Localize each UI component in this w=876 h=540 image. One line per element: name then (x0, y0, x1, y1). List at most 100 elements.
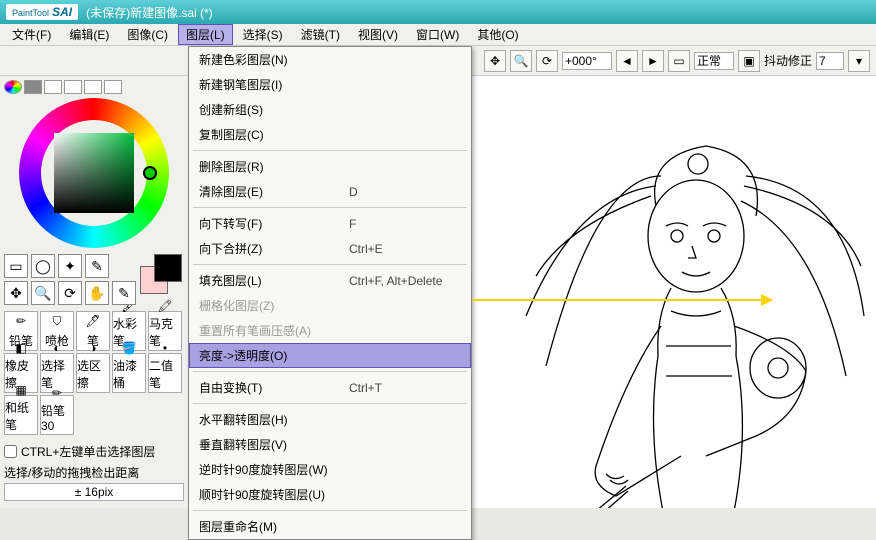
rotate-cw-icon[interactable]: ► (642, 50, 664, 72)
titlebar: PaintTool SAI (未保存)新建图像.sai (*) (0, 0, 876, 24)
dd-item[interactable]: 垂直翻转图层(V) (189, 432, 471, 457)
dd-item-label: 向下转写(F) (199, 215, 349, 232)
rotate-tool-icon[interactable]: ⟳ (58, 281, 82, 305)
dd-item[interactable]: 向下合拼(Z)Ctrl+E (189, 236, 471, 261)
brush-label: 选区擦 (77, 357, 109, 391)
color-wheel-mode-icon[interactable] (4, 80, 22, 94)
flip-h-icon[interactable]: ▭ (668, 50, 690, 72)
dd-item[interactable]: 顺时针90度旋转图层(U) (189, 482, 471, 507)
menubar: 文件(F) 编辑(E) 图像(C) 图层(L) 选择(S) 滤镜(T) 视图(V… (0, 24, 876, 46)
wand-tool-icon[interactable]: ✦ (58, 254, 82, 278)
menu-window[interactable]: 窗口(W) (408, 24, 467, 45)
color-bars3-icon[interactable] (64, 80, 82, 94)
brush-铅笔30[interactable]: ✏铅笔30 (40, 395, 74, 435)
move-tool-icon[interactable]: ✥ (4, 281, 28, 305)
dd-item-label: 创建新组(S) (199, 101, 349, 118)
hand-tool-icon[interactable]: ✋ (85, 281, 109, 305)
dd-item-shortcut: Ctrl+F, Alt+Delete (349, 274, 442, 288)
brush-icon: ◧ (12, 341, 30, 355)
menu-file[interactable]: 文件(F) (4, 24, 59, 45)
stabilizer-input[interactable] (816, 52, 844, 70)
pen-tool-icon[interactable]: ✎ (85, 254, 109, 278)
fg-color-swatch[interactable] (154, 254, 182, 282)
dd-item[interactable]: 图层重命名(M) (189, 514, 471, 539)
brush-二值笔[interactable]: •二值笔 (148, 353, 182, 393)
ctrl-click-label: CTRL+左键单击选择图层 (21, 443, 155, 460)
dd-item-label: 填充图层(L) (199, 272, 349, 289)
dd-item[interactable]: 新建钢笔图层(I) (189, 72, 471, 97)
scratchpad-icon[interactable] (104, 80, 122, 94)
brush-和纸笔[interactable]: ▦和纸笔 (4, 395, 38, 435)
dd-item-shortcut: D (349, 185, 358, 199)
dd-item[interactable]: 水平翻转图层(H) (189, 407, 471, 432)
menu-edit[interactable]: 编辑(E) (61, 24, 117, 45)
character-drawing (506, 116, 866, 508)
brush-icon: ✏ (48, 386, 66, 400)
color-bar-mode-icon[interactable] (24, 80, 42, 94)
drag-threshold-value[interactable]: ± 16pix (4, 483, 184, 501)
palette-icon[interactable] (84, 80, 102, 94)
annotation-arrow (472, 297, 772, 303)
angle-input[interactable] (562, 52, 612, 70)
dd-item[interactable]: 创建新组(S) (189, 97, 471, 122)
dd-item-shortcut: Ctrl+E (349, 242, 383, 256)
brush-icon: ✏ (12, 312, 30, 330)
wheel-cursor[interactable] (143, 166, 157, 180)
dd-item-label: 向下合拼(Z) (199, 240, 349, 257)
menu-layer[interactable]: 图层(L) (178, 24, 233, 45)
color-square[interactable] (54, 133, 134, 213)
dropdown-icon[interactable]: ▾ (848, 50, 870, 72)
dd-item-label: 删除图层(R) (199, 158, 349, 175)
app-logo: PaintTool SAI (6, 4, 78, 20)
dd-item-shortcut: Ctrl+T (349, 381, 382, 395)
brush-label: 和纸笔 (5, 399, 37, 433)
dd-item-label: 新建钢笔图层(I) (199, 76, 349, 93)
brush-label: 二值笔 (149, 357, 181, 391)
left-panel: ▭ ◯ ✦ ✎ ✥ 🔍 ⟳ ✋ ✎ ✏铅笔⛉喷枪🖊笔🖌水彩笔🖍马克笔◧橡皮擦◐选… (0, 76, 188, 508)
brush-icon: ⛉ (48, 312, 66, 330)
color-wheel[interactable] (19, 98, 169, 248)
rotate-ccw-icon[interactable]: ◄ (616, 50, 638, 72)
dd-item: 栅格化图层(Z) (189, 293, 471, 318)
dd-item-label: 顺时针90度旋转图层(U) (199, 486, 349, 503)
drag-threshold-label: 选择/移动的拖拽检出距离 (4, 466, 139, 480)
tool-rotate-icon[interactable]: ⟳ (536, 50, 558, 72)
brush-icon: 🪣 (120, 341, 138, 355)
dd-item-label: 栅格化图层(Z) (199, 297, 349, 314)
lasso-tool-icon[interactable]: ◯ (31, 254, 55, 278)
dd-item-label: 复制图层(C) (199, 126, 349, 143)
menu-view[interactable]: 视图(V) (350, 24, 406, 45)
color-bars2-icon[interactable] (44, 80, 62, 94)
menu-image[interactable]: 图像(C) (119, 24, 176, 45)
zoom-tool-icon[interactable]: 🔍 (31, 281, 55, 305)
dd-item[interactable]: 向下转写(F)F (189, 211, 471, 236)
brush-油漆桶[interactable]: 🪣油漆桶 (112, 353, 146, 393)
dd-item[interactable]: 逆时针90度旋转图层(W) (189, 457, 471, 482)
dd-item[interactable]: 自由变换(T)Ctrl+T (189, 375, 471, 400)
tool-zoom-icon[interactable]: 🔍 (510, 50, 532, 72)
dd-item[interactable]: 清除图层(E)D (189, 179, 471, 204)
window-title: (未保存)新建图像.sai (*) (86, 4, 213, 21)
dd-item[interactable]: 亮度->透明度(O) (189, 343, 471, 368)
menu-filter[interactable]: 滤镜(T) (293, 24, 348, 45)
menu-select[interactable]: 选择(S) (235, 24, 291, 45)
tool-pan-icon[interactable]: ✥ (484, 50, 506, 72)
dd-item[interactable]: 新建色彩图层(N) (189, 47, 471, 72)
blend-mode-select[interactable] (694, 52, 734, 70)
brush-label: 油漆桶 (113, 357, 145, 391)
dd-item-label: 重置所有笔画压感(A) (199, 322, 349, 339)
menu-other[interactable]: 其他(O) (469, 24, 526, 45)
brush-选区擦[interactable]: ◑选区擦 (76, 353, 110, 393)
ctrl-click-checkbox[interactable] (4, 445, 17, 458)
dd-item[interactable]: 复制图层(C) (189, 122, 471, 147)
dd-item[interactable]: 填充图层(L)Ctrl+F, Alt+Delete (189, 268, 471, 293)
dd-item[interactable]: 删除图层(R) (189, 154, 471, 179)
brush-icon: 🖊 (84, 312, 102, 330)
dd-item: 重置所有笔画压感(A) (189, 318, 471, 343)
marquee-tool-icon[interactable]: ▭ (4, 254, 28, 278)
dd-item-label: 新建色彩图层(N) (199, 51, 349, 68)
eyedropper-tool-icon[interactable]: ✎ (112, 281, 136, 305)
fullscreen-icon[interactable]: ▣ (738, 50, 760, 72)
brush-grid: ✏铅笔⛉喷枪🖊笔🖌水彩笔🖍马克笔◧橡皮擦◐选择笔◑选区擦🪣油漆桶•二值笔▦和纸笔… (4, 311, 184, 435)
brush-label: 铅笔30 (41, 402, 73, 433)
